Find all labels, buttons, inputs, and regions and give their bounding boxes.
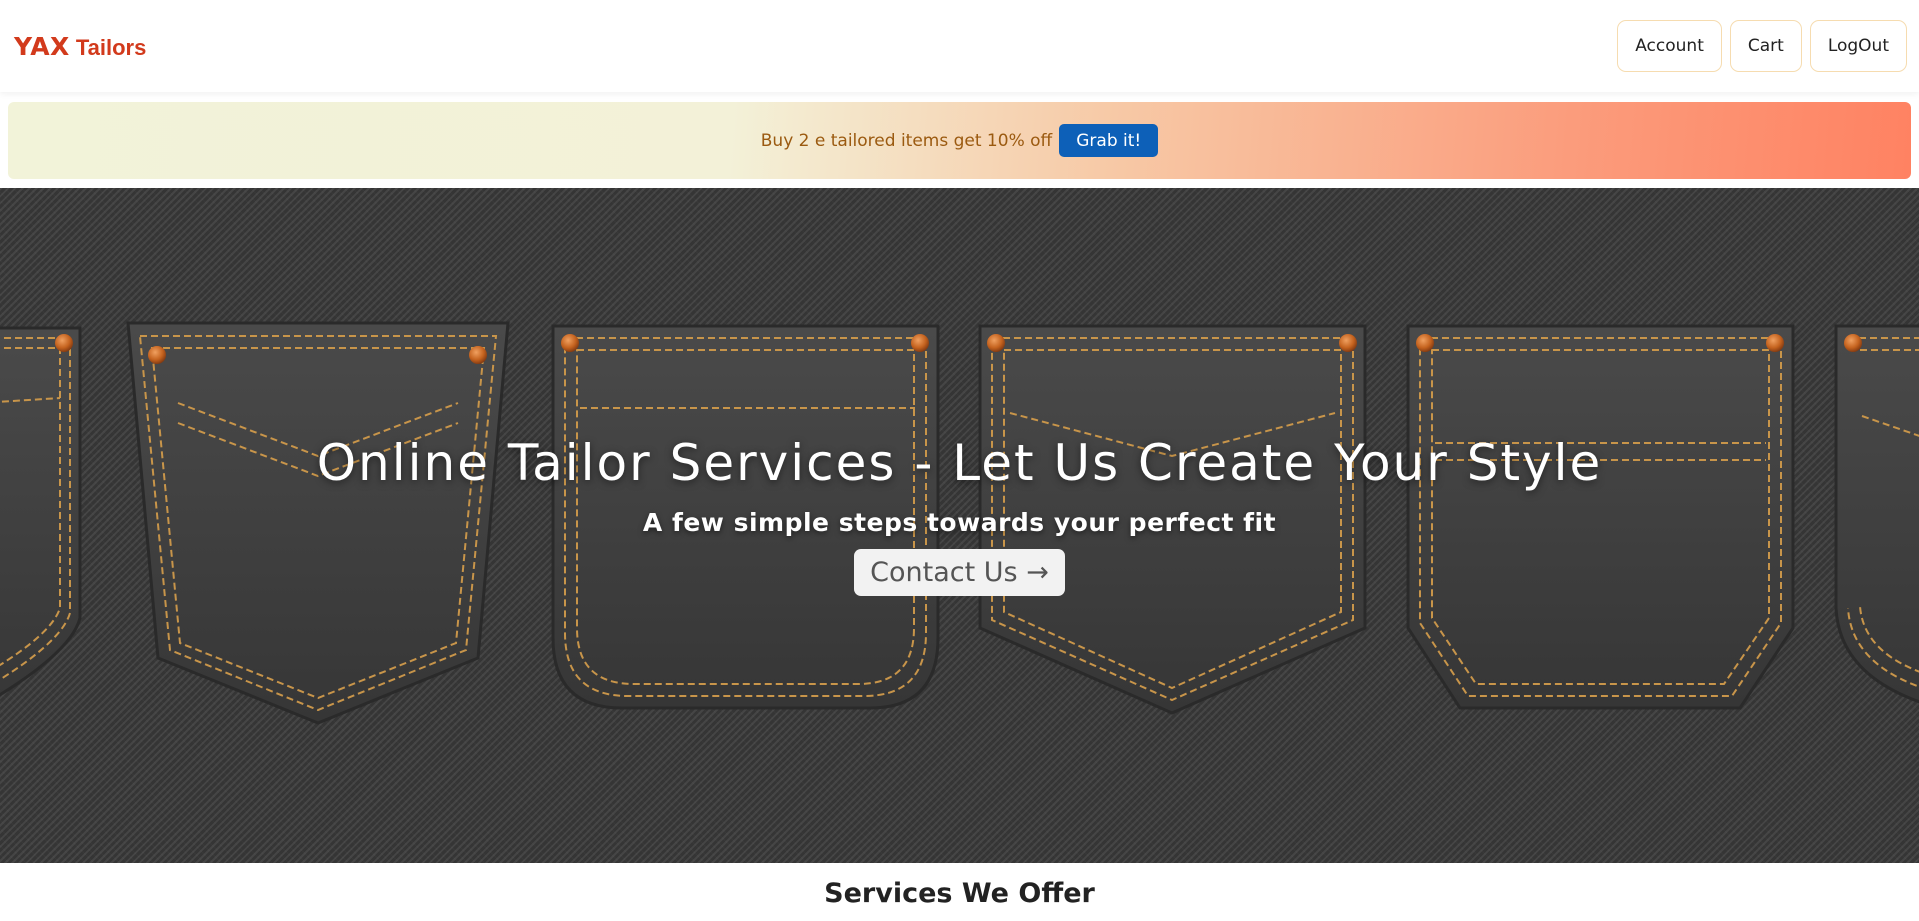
brand-logo[interactable]: YAX Tailors [14, 32, 146, 61]
brand-mark: YAX [14, 31, 70, 61]
promo-text: Buy 2 e tailored items get 10% off [760, 130, 1053, 151]
hero-content: Online Tailor Services - Let Us Create Y… [0, 188, 1919, 863]
cart-button[interactable]: Cart [1729, 20, 1802, 72]
promo-banner: Buy 2 e tailored items get 10% off Grab … [8, 102, 1911, 179]
hero-title: Online Tailor Services - Let Us Create Y… [316, 434, 1603, 492]
nav-actions: Account Cart LogOut [1617, 20, 1907, 72]
contact-us-button[interactable]: Contact Us → [854, 549, 1065, 596]
grab-it-button[interactable]: Grab it! [1059, 124, 1159, 157]
services-heading: Services We Offer [824, 878, 1095, 909]
account-button[interactable]: Account [1617, 20, 1722, 72]
top-navbar: YAX Tailors Account Cart LogOut [0, 0, 1919, 92]
hero-subtitle: A few simple steps towards your perfect … [642, 508, 1277, 537]
brand-name: Tailors [75, 34, 147, 60]
hero-section: Online Tailor Services - Let Us Create Y… [0, 188, 1919, 863]
logout-button[interactable]: LogOut [1809, 20, 1907, 72]
